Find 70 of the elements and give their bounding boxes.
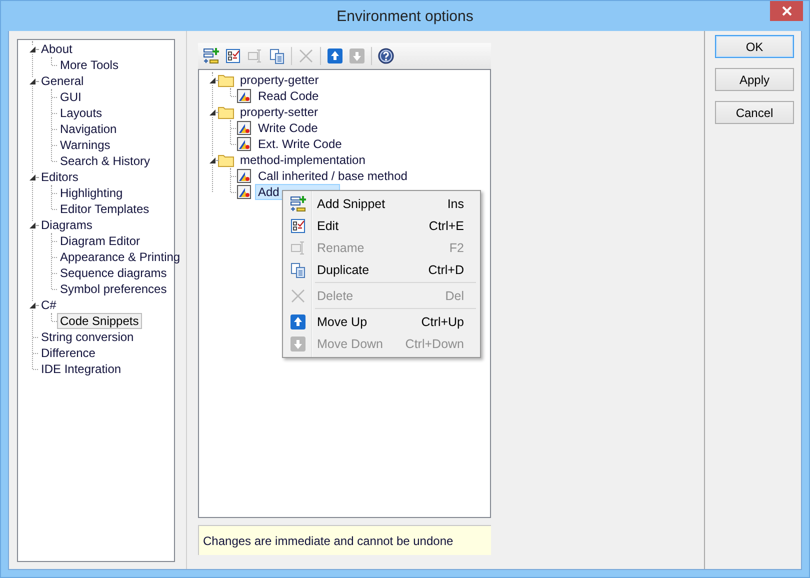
- folder-icon: [218, 154, 234, 166]
- tree-item[interactable]: Highlighting: [57, 185, 126, 201]
- tree-item[interactable]: Editor Templates: [57, 201, 152, 217]
- edit-icon: [225, 48, 241, 64]
- tree-item[interactable]: Editors: [38, 169, 82, 185]
- tree-item[interactable]: Ext. Write Code: [255, 136, 345, 152]
- folder-icon: [218, 106, 234, 118]
- expander-icon[interactable]: [29, 174, 36, 181]
- tree-item[interactable]: property-setter: [237, 104, 322, 120]
- tree-item[interactable]: About: [38, 41, 76, 57]
- menu-item[interactable]: Edit Ctrl+E: [285, 215, 478, 237]
- add-list-icon: [203, 48, 219, 64]
- close-icon: [782, 6, 792, 16]
- tree-item[interactable]: Sequence diagrams: [57, 265, 170, 281]
- code-snippet-icon: [236, 168, 252, 184]
- toolbar-button[interactable]: [223, 46, 243, 66]
- info-note: Changes are immediate and cannot be undone: [198, 525, 491, 555]
- expander-icon[interactable]: [29, 78, 36, 85]
- tree-item[interactable]: Diagrams: [38, 217, 96, 233]
- tree-item[interactable]: Write Code: [255, 120, 321, 136]
- tree-item[interactable]: Layouts: [57, 105, 106, 121]
- expander-icon[interactable]: [209, 109, 216, 116]
- cross-icon: [290, 288, 306, 304]
- tree-item[interactable]: Warnings: [57, 137, 114, 153]
- tree-item[interactable]: Code Snippets: [57, 313, 142, 329]
- dialog-button[interactable]: Cancel: [715, 101, 794, 124]
- expander-icon[interactable]: [209, 77, 216, 84]
- folder-icon: [218, 74, 234, 86]
- expander-icon[interactable]: [209, 157, 216, 164]
- add-list-icon: [290, 196, 306, 212]
- tree-item[interactable]: IDE Integration: [38, 361, 124, 377]
- tree-item[interactable]: Search & History: [57, 153, 154, 169]
- code-snippet-icon: [236, 184, 252, 200]
- tree-item[interactable]: Read Code: [255, 88, 322, 104]
- edit-icon: [290, 218, 306, 234]
- tree-item[interactable]: Symbol preferences: [57, 281, 170, 297]
- tree-item[interactable]: Difference: [38, 345, 98, 361]
- tree-item[interactable]: C#: [38, 297, 60, 313]
- tree-item[interactable]: General: [38, 73, 87, 89]
- tree-item[interactable]: String conversion: [38, 329, 137, 345]
- dialog-button[interactable]: Apply: [715, 68, 794, 91]
- window-title: Environment options: [336, 8, 474, 24]
- tree-item[interactable]: GUI: [57, 89, 84, 105]
- expander-icon[interactable]: [29, 302, 36, 309]
- tree-item[interactable]: Diagram Editor: [57, 233, 144, 249]
- tree-item[interactable]: method-implementation: [237, 152, 368, 168]
- tree-item[interactable]: Navigation: [57, 121, 120, 137]
- copy-icon: [269, 48, 285, 64]
- help-icon: [378, 48, 394, 64]
- tree-item[interactable]: More Tools: [57, 57, 122, 73]
- cross-icon: [298, 48, 314, 64]
- menu-item[interactable]: Duplicate Ctrl+D: [285, 259, 478, 281]
- tree-item[interactable]: Appearance & Printing: [57, 249, 184, 265]
- rename-icon: [247, 48, 263, 64]
- expander-icon[interactable]: [29, 46, 36, 53]
- dialog-button[interactable]: OK: [715, 35, 794, 58]
- menu-item[interactable]: Move Up Ctrl+Up: [285, 311, 478, 333]
- toolbar-button[interactable]: [201, 46, 221, 66]
- close-button[interactable]: [770, 1, 803, 21]
- code-snippet-icon: [236, 88, 252, 104]
- expander-icon[interactable]: [29, 222, 36, 229]
- rename-icon: [290, 240, 306, 256]
- menu-item[interactable]: Add Snippet Ins: [285, 193, 478, 215]
- copy-icon: [290, 262, 306, 278]
- toolbar-button[interactable]: [376, 46, 396, 66]
- code-snippet-icon: [236, 136, 252, 152]
- tree-item[interactable]: Call inherited / base method: [255, 168, 410, 184]
- toolbar-button[interactable]: [325, 46, 345, 66]
- tree-item[interactable]: property-getter: [237, 72, 322, 88]
- code-snippet-icon: [236, 120, 252, 136]
